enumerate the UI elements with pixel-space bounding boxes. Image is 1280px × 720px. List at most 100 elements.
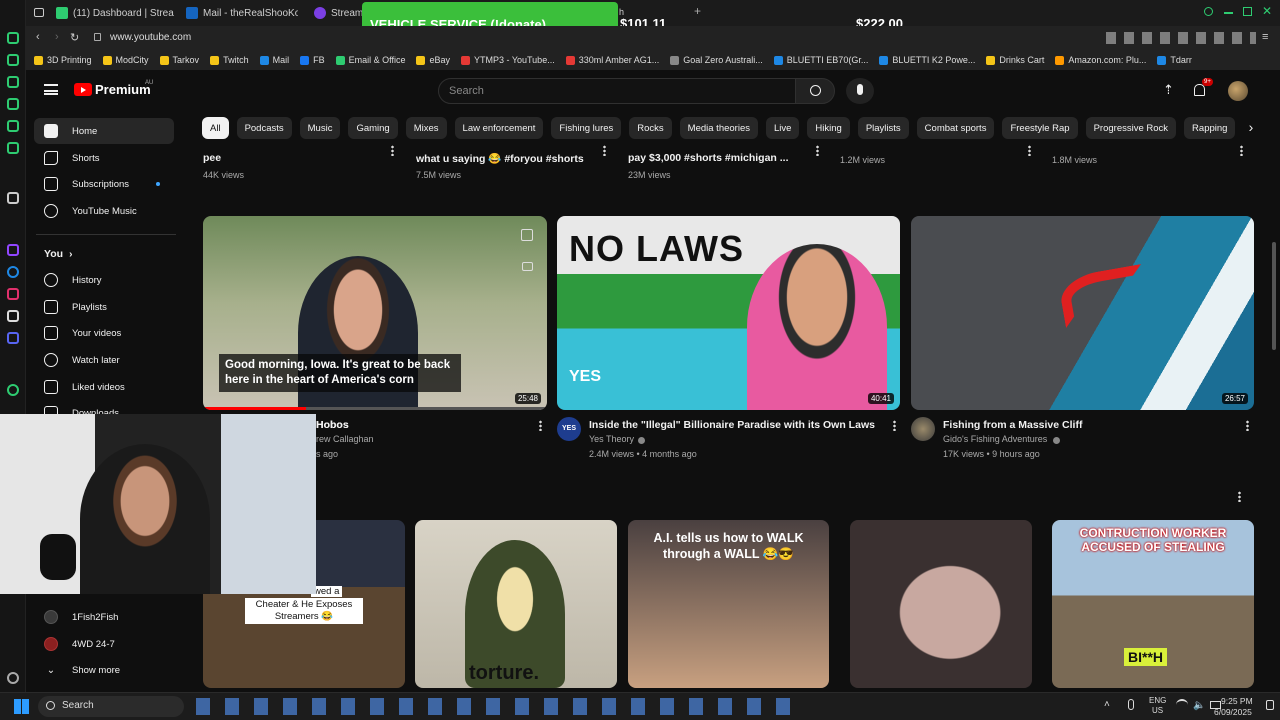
chip-podcasts[interactable]: Podcasts	[236, 117, 292, 139]
bookmark-item[interactable]: Mail	[259, 55, 289, 65]
channel-avatar[interactable]: YES	[557, 417, 581, 441]
close-window-button[interactable]: ✕	[1262, 4, 1272, 18]
avatar[interactable]	[1228, 81, 1248, 101]
url-field[interactable]: www.youtube.com	[110, 32, 191, 43]
video-channel-3[interactable]: Gido's Fishing Adventures	[943, 434, 1047, 444]
more-options-icon[interactable]	[816, 145, 819, 156]
mute-icon[interactable]	[521, 229, 533, 241]
sidebar-item-subscriptions[interactable]: Subscriptions	[34, 171, 174, 197]
rail-settings-icon[interactable]	[7, 672, 19, 684]
hamburger-icon[interactable]	[44, 84, 58, 95]
chips-next-icon[interactable]: ›	[1240, 117, 1262, 139]
tray-mic-icon[interactable]	[1128, 699, 1134, 710]
short-thumbnail-3[interactable]: A.I. tells us how to WALK through a WALL…	[628, 520, 829, 688]
sidebar-show-more[interactable]: ⌄ Show more	[34, 657, 174, 683]
chip-live[interactable]: Live	[765, 117, 800, 139]
short-thumbnail-4[interactable]	[850, 520, 1032, 688]
chip-rocks[interactable]: Rocks	[629, 117, 672, 139]
bookmark-item[interactable]: Tarkov	[159, 55, 199, 65]
rail-history-icon[interactable]	[7, 32, 19, 44]
sidebar-item-watch-later[interactable]: Watch later	[34, 347, 174, 373]
chip-law-enforcement[interactable]: Law enforcement	[454, 117, 544, 139]
chip-combat-sports[interactable]: Combat sports	[916, 117, 995, 139]
rail-instagram-icon[interactable]	[7, 288, 19, 300]
menu-icon[interactable]: ≡	[1262, 31, 1268, 43]
region-code[interactable]: US	[1152, 706, 1163, 715]
rail-twitch-icon[interactable]	[7, 244, 19, 256]
windows-start-icon[interactable]	[14, 699, 29, 714]
chip-fishing-lures[interactable]: Fishing lures	[551, 117, 622, 139]
chip-hiking[interactable]: Hiking	[807, 117, 850, 139]
maximize-button[interactable]	[1243, 7, 1252, 16]
lang-code[interactable]: ENG	[1149, 696, 1166, 705]
rail-player-icon[interactable]	[7, 384, 19, 396]
shorts-shelf-menu-icon[interactable]	[1238, 491, 1241, 502]
rail-list-icon[interactable]	[7, 142, 19, 154]
chip-media-theories[interactable]: Media theories	[679, 117, 758, 139]
bookmark-item[interactable]: BLUETTI EB70(Gr...	[773, 55, 868, 65]
notification-center-icon[interactable]	[1266, 700, 1274, 710]
youtube-logo-icon[interactable]	[74, 83, 92, 96]
sidebar-you-header[interactable]: You ›	[34, 241, 174, 267]
channel-avatar[interactable]	[911, 417, 935, 441]
reload-icon[interactable]: ↻	[70, 31, 79, 44]
bookmark-item[interactable]: FB	[300, 55, 325, 65]
bookmark-item[interactable]: YTMP3 - YouTube...	[460, 55, 555, 65]
sidebar-item-shorts[interactable]: Shorts	[34, 145, 174, 171]
sidebar-scrollbar[interactable]	[180, 114, 184, 692]
chip-music[interactable]: Music	[299, 117, 341, 139]
bookmark-item[interactable]: Amazon.com: Plu...	[1055, 55, 1146, 65]
rail-ai-icon[interactable]	[7, 192, 19, 204]
clock-date[interactable]: 6/09/2025	[1214, 707, 1252, 717]
tray-chevron-icon[interactable]: ˄	[1104, 699, 1110, 710]
page-scrollbar[interactable]	[1272, 242, 1276, 350]
bookmark-item[interactable]: BLUETTI K2 Powe...	[879, 55, 975, 65]
rail-refresh-icon[interactable]	[7, 54, 19, 66]
search-input[interactable]: Search	[438, 78, 796, 104]
sidebar-item-history[interactable]: History	[34, 267, 174, 293]
sidebar-item-home[interactable]: Home	[34, 118, 174, 144]
video-channel-2[interactable]: Yes Theory	[589, 434, 634, 444]
search-button[interactable]	[795, 78, 835, 104]
bookmark-item[interactable]: 330ml Amber AG1...	[565, 55, 659, 65]
webcam-video-title[interactable]: Hobos	[316, 419, 349, 431]
more-options-icon[interactable]	[893, 420, 896, 431]
bookmark-item[interactable]: Tdarr	[1157, 55, 1192, 65]
rail-messenger-icon[interactable]	[7, 266, 19, 278]
rail-x-icon[interactable]	[7, 310, 19, 322]
more-options-icon[interactable]	[603, 145, 606, 156]
video-channel-1[interactable]: rew Callaghan	[316, 434, 374, 444]
rail-book-icon[interactable]	[7, 120, 19, 132]
tab-streamelements[interactable]: StreamEl	[314, 3, 362, 23]
volume-icon[interactable]: 🔈	[1193, 700, 1205, 711]
bookmark-item[interactable]: Drinks Cart	[986, 55, 1044, 65]
voice-search-button[interactable]	[846, 78, 874, 104]
sidebar-item-4wd[interactable]: 4WD 24-7	[34, 631, 174, 657]
short-thumbnail-2[interactable]: torture.	[415, 520, 617, 688]
chip-all[interactable]: All	[202, 117, 229, 139]
bookmark-item[interactable]: Goal Zero Australi...	[670, 55, 763, 65]
bookmark-item[interactable]: eBay	[416, 55, 450, 65]
sidebar-item-your-videos[interactable]: Your videos	[34, 320, 174, 346]
wifi-icon[interactable]	[1176, 699, 1188, 711]
video-title-partial-3[interactable]: pay $3,000 #shorts #michigan ...	[628, 152, 789, 164]
more-options-icon[interactable]	[539, 420, 542, 431]
more-options-icon[interactable]	[1028, 145, 1031, 156]
taskbar-search[interactable]: Search	[38, 696, 184, 717]
sidebar-toggle-icon[interactable]	[34, 8, 44, 17]
tab-mail[interactable]: Mail - theRealShooKon3	[186, 3, 298, 23]
search-tabs-icon[interactable]	[1204, 7, 1213, 16]
rail-discord-icon[interactable]	[7, 332, 19, 344]
video-title-partial-2[interactable]: what u saying 😂 #foryou #shorts	[416, 152, 584, 165]
back-icon[interactable]: ‹	[36, 31, 40, 43]
new-tab-button[interactable]: +	[694, 4, 701, 18]
more-options-icon[interactable]	[1246, 420, 1249, 431]
video-title-partial-1[interactable]: pee	[203, 152, 221, 164]
video-title-3[interactable]: Fishing from a Massive Cliff	[943, 419, 1082, 431]
video-thumbnail-1[interactable]: Good morning, Iowa. It's great to be bac…	[203, 216, 547, 410]
video-title-2[interactable]: Inside the "Illegal" Billionaire Paradis…	[589, 419, 875, 431]
sidebar-item-1fish2fish[interactable]: 1Fish2Fish	[34, 604, 174, 630]
chip-mixes[interactable]: Mixes	[405, 117, 447, 139]
extension-icons[interactable]	[1106, 32, 1256, 44]
notifications-bell-icon[interactable]	[1194, 84, 1205, 96]
